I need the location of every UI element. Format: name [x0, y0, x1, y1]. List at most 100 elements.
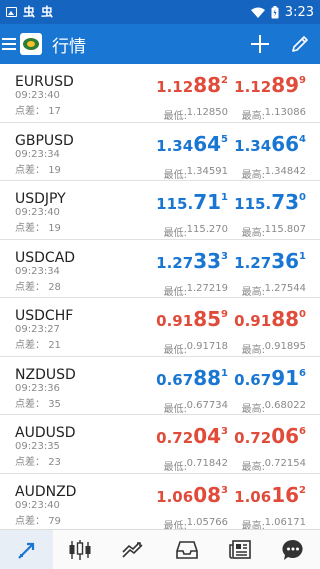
high-value: 1.34842 — [264, 165, 306, 177]
menu-icon[interactable] — [2, 38, 16, 50]
bid-price: 0.91859 — [156, 307, 228, 331]
quote-time: 09:23:34 — [15, 148, 60, 160]
spread-info: 点差： 23 — [15, 453, 61, 468]
ask-price-prefix: 0.72 — [234, 429, 272, 447]
spread-label: 点差： — [15, 106, 45, 117]
symbol-name: USDJPY — [15, 191, 66, 207]
ask-price-prefix: 115. — [234, 195, 272, 213]
symbol-name: GBPUSD — [15, 132, 74, 149]
nav-trade[interactable] — [107, 530, 160, 569]
spread-label: 点差： — [15, 223, 45, 234]
ask-price-pip: 0 — [299, 192, 306, 203]
ask-price-big: 66 — [271, 131, 300, 156]
quote-time: 09:23:27 — [15, 324, 60, 335]
spread-info: 点差： 79 — [15, 512, 61, 527]
low-value: 115.270 — [186, 224, 228, 235]
ask-price-big: 06 — [271, 424, 300, 448]
bid-price-prefix: 1.34 — [156, 136, 194, 155]
ask-price-big: 73 — [271, 190, 300, 214]
spread-label: 点差： — [15, 515, 45, 527]
bid-price-big: 88 — [193, 73, 222, 97]
ask-price-big: 91 — [271, 365, 300, 390]
quote-row[interactable]: USDJPY 09:23:40 点差： 19 115.711 115.730 最低: 115… — [0, 181, 320, 240]
quote-time: 09:23:40 — [15, 499, 60, 511]
news-icon — [229, 539, 251, 559]
nav-chat[interactable] — [267, 530, 320, 569]
spread-value: 35 — [48, 398, 61, 410]
symbol-name: AUDUSD — [15, 425, 76, 441]
high-value: 1.13086 — [264, 107, 306, 118]
ask-price: 1.06162 — [234, 483, 306, 507]
ask-price: 0.72066 — [234, 424, 306, 448]
bid-price-prefix: 0.91 — [156, 312, 194, 330]
bid-price-big: 08 — [193, 482, 222, 507]
bid-price: 115.711 — [156, 190, 228, 214]
bid-price-prefix: 115. — [156, 195, 194, 213]
bid-price-prefix: 1.06 — [156, 487, 194, 506]
quote-row[interactable]: USDCHF 09:23:27 点差： 21 0.91859 0.91880 最低: 0.9… — [0, 298, 320, 357]
trade-icon — [122, 541, 143, 558]
ask-price: 115.730 — [234, 190, 306, 214]
ask-price-pip: 6 — [299, 367, 306, 379]
candlestick-chart-icon — [69, 539, 91, 560]
quote-row[interactable]: EURUSD 09:23:40 点差： 17 1.12882 1.12899 最低: 1.1… — [0, 64, 320, 123]
high-value: 0.68022 — [264, 399, 306, 411]
nav-chart[interactable] — [53, 530, 106, 569]
ask-price-prefix: 0.67 — [234, 370, 272, 389]
bid-price-big: 71 — [193, 190, 222, 214]
spread-label: 点差： — [15, 398, 45, 410]
spread-value: 28 — [48, 281, 61, 293]
quote-row[interactable]: NZDUSD 09:23:36 点差： 35 0.67881 0.67916 最低: 0.6… — [0, 357, 320, 415]
spread-label: 点差： — [15, 340, 45, 351]
high-label: 最高: — [241, 228, 265, 239]
app-logo[interactable] — [20, 33, 42, 55]
high-label: 最高: — [241, 169, 265, 181]
high-value: 0.91895 — [264, 341, 306, 352]
quote-time: 09:23:35 — [15, 441, 60, 452]
quote-row[interactable]: AUDUSD 09:23:35 点差： 23 0.72043 0.72066 最低: 0.7… — [0, 415, 320, 474]
add-symbol-button[interactable] — [240, 24, 280, 64]
bid-price-prefix: 1.27 — [156, 253, 194, 272]
quote-row[interactable]: AUDNZD 09:23:40 点差： 79 1.06083 1.06162 最低: 1.0… — [0, 474, 320, 530]
ask-price-prefix: 1.27 — [234, 253, 272, 272]
spread-value: 17 — [48, 106, 61, 117]
quote-time: 09:23:34 — [15, 265, 60, 277]
nav-quotes[interactable] — [0, 530, 54, 569]
bid-price: 1.12882 — [156, 73, 228, 97]
symbol-name: AUDNZD — [15, 483, 77, 500]
quote-row[interactable]: GBPUSD 09:23:34 点差： 19 1.34645 1.34664 最低: 1.3… — [0, 123, 320, 181]
high-label: 最高: — [241, 462, 265, 473]
ask-price-big: 16 — [271, 482, 300, 507]
spread-info: 点差： 19 — [15, 219, 61, 234]
inbox-icon — [175, 540, 198, 559]
spread-value: 23 — [48, 457, 61, 468]
nav-history[interactable] — [160, 530, 213, 569]
bid-price-pip: 5 — [221, 133, 228, 145]
ask-price-prefix: 1.06 — [234, 487, 272, 506]
spread-info: 点差： 21 — [15, 336, 61, 351]
nav-news[interactable] — [213, 530, 266, 569]
page-title: 行情 — [52, 36, 86, 57]
bid-price-big: 64 — [193, 131, 222, 156]
ask-price: 0.67916 — [234, 366, 306, 390]
high-label: 最高: — [241, 520, 265, 530]
low-value: 1.05766 — [186, 516, 228, 528]
ask-price-pip: 4 — [299, 133, 306, 145]
quote-row[interactable]: USDCAD 09:23:34 点差： 28 1.27333 1.27361 最低: 1.2… — [0, 240, 320, 298]
quote-time: 09:23:40 — [15, 207, 60, 218]
bid-price-pip: 3 — [221, 426, 228, 437]
high-label: 最高: — [241, 345, 265, 356]
low-label: 最低: — [163, 111, 187, 122]
edit-button[interactable] — [280, 24, 320, 64]
pencil-icon — [292, 36, 308, 52]
quotes-arrows-icon — [17, 542, 34, 559]
spread-value: 79 — [48, 515, 61, 527]
quote-time: 09:23:40 — [15, 90, 60, 101]
spread-label: 点差： — [15, 281, 45, 293]
status-bar: 虫 虫 3:23 — [0, 0, 320, 24]
spread-label: 点差： — [15, 164, 45, 176]
high-value: 1.27544 — [264, 282, 306, 294]
low-value: 0.91718 — [186, 341, 228, 352]
bid-price-big: 85 — [193, 307, 222, 331]
clock: 3:23 — [284, 4, 314, 20]
